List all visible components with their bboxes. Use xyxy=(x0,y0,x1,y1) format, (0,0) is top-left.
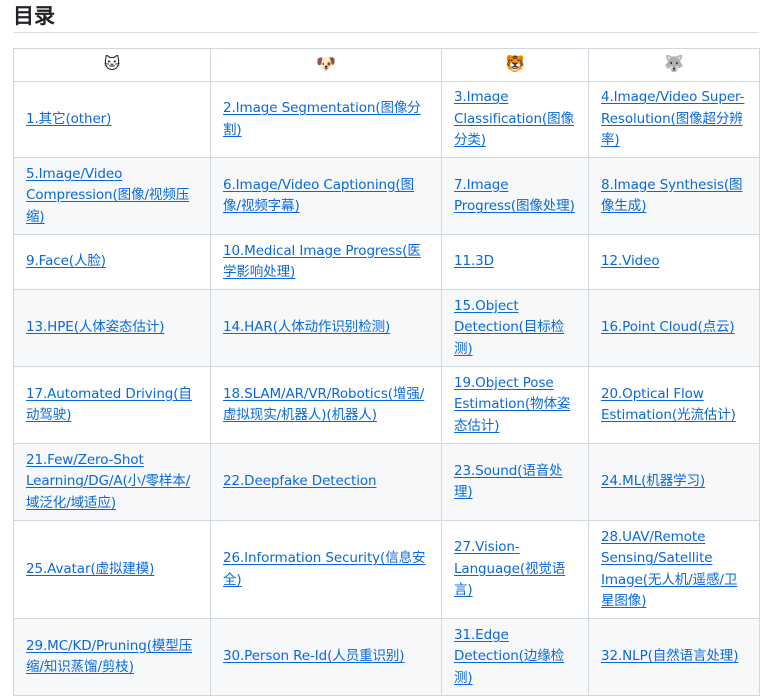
table-row: 29.MC/KD/Pruning(模型压缩/知识蒸馏/剪枝) 30.Person… xyxy=(13,618,760,696)
table-row: 9.Face(人脸) 10.Medical Image Progress(医学影… xyxy=(13,234,760,290)
toc-link[interactable]: 9.Face(人脸) xyxy=(26,253,106,269)
table-cell: 28.UAV/Remote Sensing/Satellite Image(无人… xyxy=(588,520,760,619)
table-cell: 20.Optical Flow Estimation(光流估计) xyxy=(588,366,760,444)
toc-link[interactable]: 23.Sound(语音处理) xyxy=(454,463,563,501)
toc-link[interactable]: 5.Image/Video Compression(图像/视频压缩) xyxy=(26,166,189,225)
toc-link[interactable]: 18.SLAM/AR/VR/Robotics(增强/虚拟现实/机器人)(机器人) xyxy=(223,386,424,424)
table-cell: 17.Automated Driving(自动驾驶) xyxy=(13,366,211,444)
toc-link[interactable]: 20.Optical Flow Estimation(光流估计) xyxy=(601,386,736,424)
table-cell: 16.Point Cloud(点云) xyxy=(588,289,760,367)
toc-link[interactable]: 7.Image Progress(图像处理) xyxy=(454,177,575,215)
table-cell: 24.ML(机器学习) xyxy=(588,443,760,521)
toc-link[interactable]: 26.Information Security(信息安全) xyxy=(223,550,426,588)
table-cell: 5.Image/Video Compression(图像/视频压缩) xyxy=(13,157,211,235)
header-cell: 🐱 xyxy=(13,48,211,82)
table-row: 1.其它(other) 2.Image Segmentation(图像分割) 3… xyxy=(13,81,760,158)
toc-link[interactable]: 22.Deepfake Detection xyxy=(223,473,377,489)
toc-link[interactable]: 29.MC/KD/Pruning(模型压缩/知识蒸馏/剪枝) xyxy=(26,638,192,676)
table-cell: 6.Image/Video Captioning(图像/视频字幕) xyxy=(210,157,442,235)
table-cell: 23.Sound(语音处理) xyxy=(441,443,589,521)
toc-link[interactable]: 4.Image/Video Super-Resolution(图像超分辨率) xyxy=(601,89,744,148)
toc-link[interactable]: 27.Vision-Language(视觉语言) xyxy=(454,539,565,598)
table-cell: 9.Face(人脸) xyxy=(13,234,211,290)
toc-link[interactable]: 25.Avatar(虚拟建模) xyxy=(26,561,154,577)
table-cell: 4.Image/Video Super-Resolution(图像超分辨率) xyxy=(588,81,760,158)
table-cell: 32.NLP(自然语言处理) xyxy=(588,618,760,696)
toc-link[interactable]: 15.Object Detection(目标检测) xyxy=(454,298,564,357)
table-cell: 15.Object Detection(目标检测) xyxy=(441,289,589,367)
table-cell: 30.Person Re-Id(人员重识别) xyxy=(210,618,442,696)
table-cell: 11.3D xyxy=(441,234,589,290)
table-cell: 31.Edge Detection(边缘检测) xyxy=(441,618,589,696)
table-cell: 13.HPE(人体姿态估计) xyxy=(13,289,211,367)
table-cell: 18.SLAM/AR/VR/Robotics(增强/虚拟现实/机器人)(机器人) xyxy=(210,366,442,444)
tiger-face-icon: 🐯 xyxy=(505,53,525,73)
toc-link[interactable]: 24.ML(机器学习) xyxy=(601,473,705,489)
toc-link[interactable]: 12.Video xyxy=(601,253,660,269)
toc-link[interactable]: 2.Image Segmentation(图像分割) xyxy=(223,100,421,138)
table-cell: 22.Deepfake Detection xyxy=(210,443,442,521)
toc-link[interactable]: 6.Image/Video Captioning(图像/视频字幕) xyxy=(223,177,414,215)
page-title: 目录 xyxy=(13,4,55,28)
header-cell: 🐺 xyxy=(588,48,760,82)
table-row: 25.Avatar(虚拟建模) 26.Information Security(… xyxy=(13,520,760,619)
table-row: 17.Automated Driving(自动驾驶) 18.SLAM/AR/VR… xyxy=(13,366,760,444)
toc-table: 🐱 🐶 🐯 🐺 1.其它(other) 2.Image Segmentation… xyxy=(13,48,760,696)
table-cell: 1.其它(other) xyxy=(13,81,211,158)
table-cell: 14.HAR(人体动作识别检测) xyxy=(210,289,442,367)
table-cell: 25.Avatar(虚拟建模) xyxy=(13,520,211,619)
table-cell: 7.Image Progress(图像处理) xyxy=(441,157,589,235)
table-row: 21.Few/Zero-Shot Learning/DG/A(小/零样本/域泛化… xyxy=(13,443,760,521)
table-cell: 2.Image Segmentation(图像分割) xyxy=(210,81,442,158)
toc-link[interactable]: 13.HPE(人体姿态估计) xyxy=(26,319,165,335)
toc-link[interactable]: 17.Automated Driving(自动驾驶) xyxy=(26,386,192,424)
table-cell: 12.Video xyxy=(588,234,760,290)
table-cell: 21.Few/Zero-Shot Learning/DG/A(小/零样本/域泛化… xyxy=(13,443,211,521)
wolf-face-icon: 🐺 xyxy=(664,53,684,73)
table-cell: 29.MC/KD/Pruning(模型压缩/知识蒸馏/剪枝) xyxy=(13,618,211,696)
table-cell: 27.Vision-Language(视觉语言) xyxy=(441,520,589,619)
header-cell: 🐶 xyxy=(210,48,442,82)
toc-link[interactable]: 8.Image Synthesis(图像生成) xyxy=(601,177,743,215)
toc-link[interactable]: 16.Point Cloud(点云) xyxy=(601,319,735,335)
toc-link[interactable]: 1.其它(other) xyxy=(26,111,111,127)
toc-link[interactable]: 32.NLP(自然语言处理) xyxy=(601,648,738,664)
table-cell: 8.Image Synthesis(图像生成) xyxy=(588,157,760,235)
table-cell: 19.Object Pose Estimation(物体姿态估计) xyxy=(441,366,589,444)
toc-link[interactable]: 11.3D xyxy=(454,253,494,269)
toc-link[interactable]: 14.HAR(人体动作识别检测) xyxy=(223,319,390,335)
dog-face-icon: 🐶 xyxy=(316,53,336,73)
toc-link[interactable]: 21.Few/Zero-Shot Learning/DG/A(小/零样本/域泛化… xyxy=(26,452,190,511)
table-header-row: 🐱 🐶 🐯 🐺 xyxy=(13,48,760,82)
toc-link[interactable]: 28.UAV/Remote Sensing/Satellite Image(无人… xyxy=(601,529,737,610)
toc-link[interactable]: 30.Person Re-Id(人员重识别) xyxy=(223,648,405,664)
toc-link[interactable]: 31.Edge Detection(边缘检测) xyxy=(454,627,564,686)
cat-face-icon: 🐱 xyxy=(103,53,121,73)
header-cell: 🐯 xyxy=(441,48,589,82)
table-cell: 10.Medical Image Progress(医学影响处理) xyxy=(210,234,442,290)
toc-link[interactable]: 10.Medical Image Progress(医学影响处理) xyxy=(223,243,421,281)
table-cell: 3.Image Classification(图像分类) xyxy=(441,81,589,158)
toc-link[interactable]: 19.Object Pose Estimation(物体姿态估计) xyxy=(454,375,570,434)
table-row: 5.Image/Video Compression(图像/视频压缩) 6.Ima… xyxy=(13,157,760,235)
toc-link[interactable]: 3.Image Classification(图像分类) xyxy=(454,89,574,148)
table-cell: 26.Information Security(信息安全) xyxy=(210,520,442,619)
table-row: 13.HPE(人体姿态估计) 14.HAR(人体动作识别检测) 15.Objec… xyxy=(13,289,760,367)
heading-divider xyxy=(13,32,759,33)
